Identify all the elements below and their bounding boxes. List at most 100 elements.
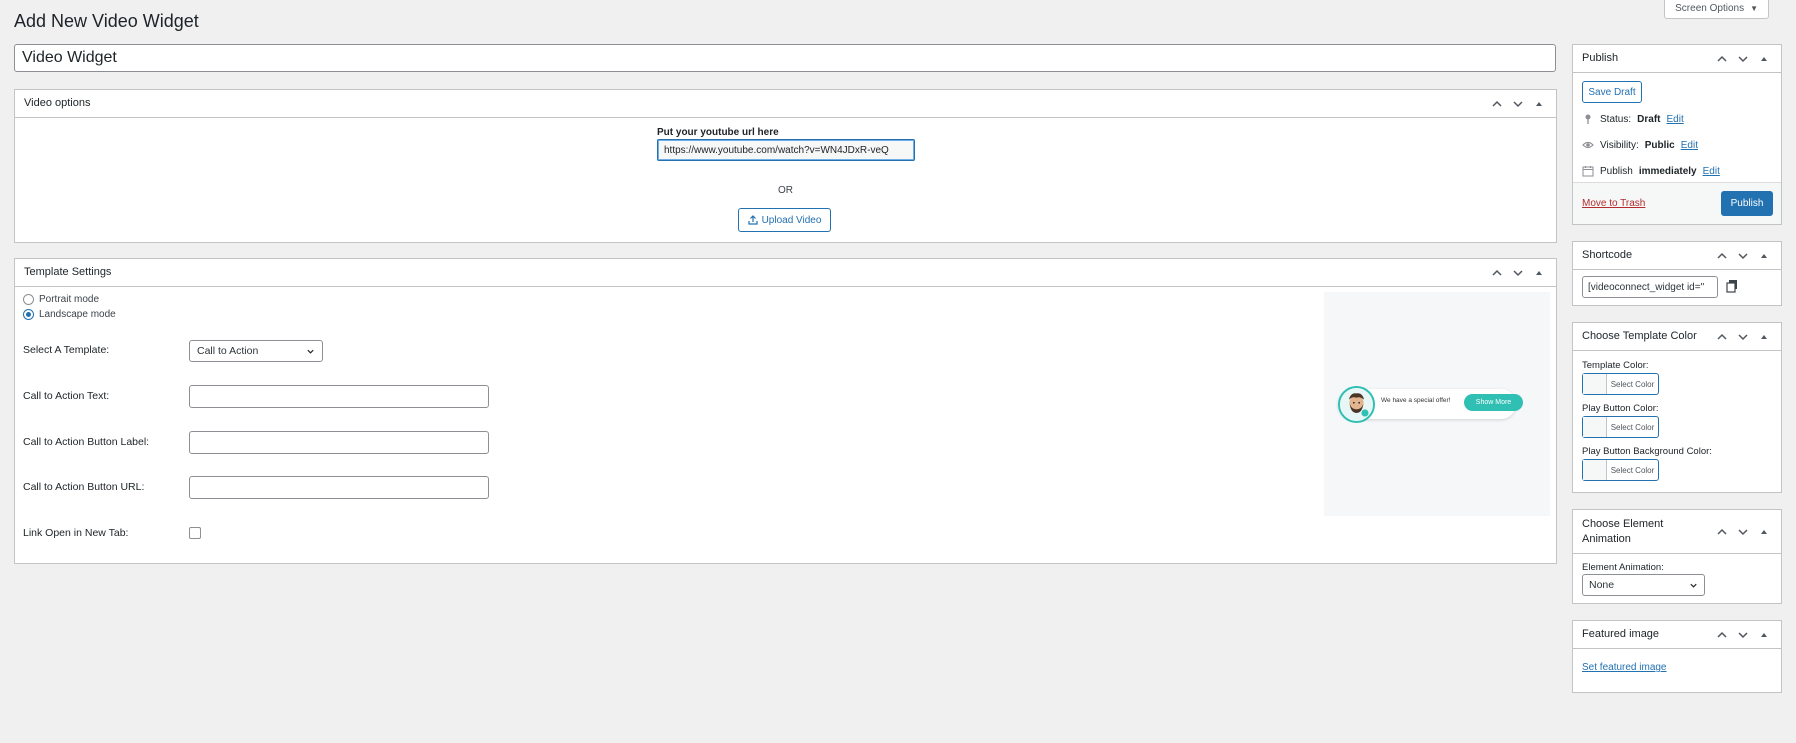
visibility-value: Public <box>1644 139 1675 151</box>
template-color-title: Choose Template Color <box>1582 330 1697 343</box>
play-button-color-picker[interactable]: Select Color <box>1582 416 1659 438</box>
upload-video-label: Upload Video <box>761 214 822 226</box>
select-color-label: Select Color <box>1610 422 1655 432</box>
collapse-toggle-icon[interactable] <box>1530 264 1547 281</box>
featured-image-box: Featured image Set featured image <box>1572 620 1782 693</box>
cta-button-url-input[interactable] <box>189 476 489 499</box>
play-button-bg-color-swatch <box>1583 460 1607 480</box>
element-animation-box: Choose Element Animation Element Animati… <box>1572 509 1782 604</box>
chevron-down-icon <box>307 349 314 354</box>
move-down-icon[interactable] <box>1734 523 1751 540</box>
link-new-tab-label: Link Open in New Tab: <box>23 527 129 539</box>
move-up-icon[interactable] <box>1713 626 1730 643</box>
caret-down-icon: ▼ <box>1750 4 1758 13</box>
preview-show-more-button: Show More <box>1464 394 1523 411</box>
cta-text-input[interactable] <box>189 385 489 408</box>
shortcode-input[interactable]: [videoconnect_widget id=" <box>1582 276 1718 298</box>
calendar-icon <box>1582 165 1594 177</box>
screen-options-button[interactable]: Screen Options ▼ <box>1664 0 1769 19</box>
video-options-title: Video options <box>24 97 91 110</box>
cta-button-label-input[interactable] <box>189 431 489 454</box>
link-new-tab-checkbox[interactable] <box>189 527 201 539</box>
collapse-toggle-icon[interactable] <box>1755 328 1772 345</box>
play-button-color-swatch <box>1583 417 1607 437</box>
publish-title: Publish <box>1582 52 1619 65</box>
template-select[interactable]: Call to Action <box>189 340 323 362</box>
edit-visibility-link[interactable]: Edit <box>1681 140 1698 151</box>
move-down-icon[interactable] <box>1509 95 1526 112</box>
portrait-mode-radio[interactable] <box>23 294 34 305</box>
upload-video-button[interactable]: Upload Video <box>738 208 831 232</box>
move-up-icon[interactable] <box>1713 328 1730 345</box>
element-animation-title: Choose Element Animation <box>1582 518 1664 545</box>
save-draft-button[interactable]: Save Draft <box>1582 81 1642 103</box>
eye-icon <box>1582 139 1594 151</box>
element-animation-value: None <box>1589 579 1615 591</box>
move-to-trash-link[interactable]: Move to Trash <box>1582 198 1645 209</box>
template-settings-title: Template Settings <box>24 266 112 279</box>
visibility-label: Visibility: <box>1600 139 1639 151</box>
edit-publish-date-link[interactable]: Edit <box>1703 166 1720 177</box>
landscape-mode-label: Landscape mode <box>39 309 116 320</box>
set-featured-image-link[interactable]: Set featured image <box>1582 662 1667 673</box>
element-animation-header: Choose Element Animation <box>1573 510 1781 554</box>
portrait-mode-option[interactable]: Portrait mode <box>23 294 99 305</box>
move-down-icon[interactable] <box>1734 50 1751 67</box>
play-button-bg-color-picker[interactable]: Select Color <box>1582 459 1659 481</box>
collapse-toggle-icon[interactable] <box>1755 523 1772 540</box>
move-up-icon[interactable] <box>1713 523 1730 540</box>
template-settings-box: Template Settings Portrait mode Landscap… <box>14 258 1557 564</box>
template-settings-header: Template Settings <box>15 259 1556 287</box>
youtube-url-label: Put your youtube url here <box>657 127 779 138</box>
screen-options-label: Screen Options <box>1675 3 1745 14</box>
play-button-bg-color-label: Play Button Background Color: <box>1582 446 1712 457</box>
preview-offer-text: We have a special offer! <box>1381 397 1451 404</box>
featured-image-header: Featured image <box>1573 621 1781 649</box>
cta-text-label: Call to Action Text: <box>23 390 110 402</box>
shortcode-title: Shortcode <box>1582 249 1633 262</box>
landscape-mode-option[interactable]: Landscape mode <box>23 309 116 320</box>
or-separator: OR <box>778 185 793 196</box>
publish-box: Publish Save Draft Status: Draft Edit Vis… <box>1572 44 1782 225</box>
upload-icon <box>747 215 758 225</box>
pin-icon <box>1582 113 1594 125</box>
move-down-icon[interactable] <box>1509 264 1526 281</box>
landscape-mode-radio[interactable] <box>23 309 34 320</box>
post-title-input[interactable] <box>14 44 1556 72</box>
publish-date-label: Publish <box>1600 165 1633 177</box>
element-animation-select[interactable]: None <box>1582 574 1705 596</box>
template-color-picker[interactable]: Select Color <box>1582 373 1659 395</box>
publish-date-value: immediately <box>1638 165 1697 177</box>
collapse-toggle-icon[interactable] <box>1755 50 1772 67</box>
preview-avatar <box>1338 386 1375 423</box>
collapse-toggle-icon[interactable] <box>1530 95 1547 112</box>
cta-button-url-label: Call to Action Button URL: <box>23 481 145 493</box>
move-down-icon[interactable] <box>1734 626 1751 643</box>
move-down-icon[interactable] <box>1734 247 1751 264</box>
shortcode-box: Shortcode [videoconnect_widget id=" <box>1572 241 1782 306</box>
move-up-icon[interactable] <box>1488 264 1505 281</box>
collapse-toggle-icon[interactable] <box>1755 626 1772 643</box>
edit-status-link[interactable]: Edit <box>1666 114 1683 125</box>
move-down-icon[interactable] <box>1734 328 1751 345</box>
status-label: Status: <box>1600 113 1632 125</box>
cta-button-label-label: Call to Action Button Label: <box>23 436 150 448</box>
template-color-box: Choose Template Color Template Color: Se… <box>1572 322 1782 493</box>
template-preview: We have a special offer! Show More <box>1324 292 1550 516</box>
select-template-label: Select A Template: <box>23 344 110 356</box>
move-up-icon[interactable] <box>1713 247 1730 264</box>
move-up-icon[interactable] <box>1713 50 1730 67</box>
play-button-color-label: Play Button Color: <box>1582 403 1659 414</box>
collapse-toggle-icon[interactable] <box>1755 247 1772 264</box>
youtube-url-input[interactable] <box>657 139 915 161</box>
shortcode-header: Shortcode <box>1573 242 1781 270</box>
select-color-label: Select Color <box>1610 379 1655 389</box>
visibility-row: Visibility: Public Edit <box>1582 139 1698 151</box>
copy-icon[interactable] <box>1725 279 1739 293</box>
status-value: Draft <box>1637 113 1661 125</box>
template-color-header: Choose Template Color <box>1573 323 1781 351</box>
publish-button[interactable]: Publish <box>1721 191 1773 216</box>
move-up-icon[interactable] <box>1488 95 1505 112</box>
select-color-label: Select Color <box>1610 465 1655 475</box>
template-color-label: Template Color: <box>1582 360 1649 371</box>
